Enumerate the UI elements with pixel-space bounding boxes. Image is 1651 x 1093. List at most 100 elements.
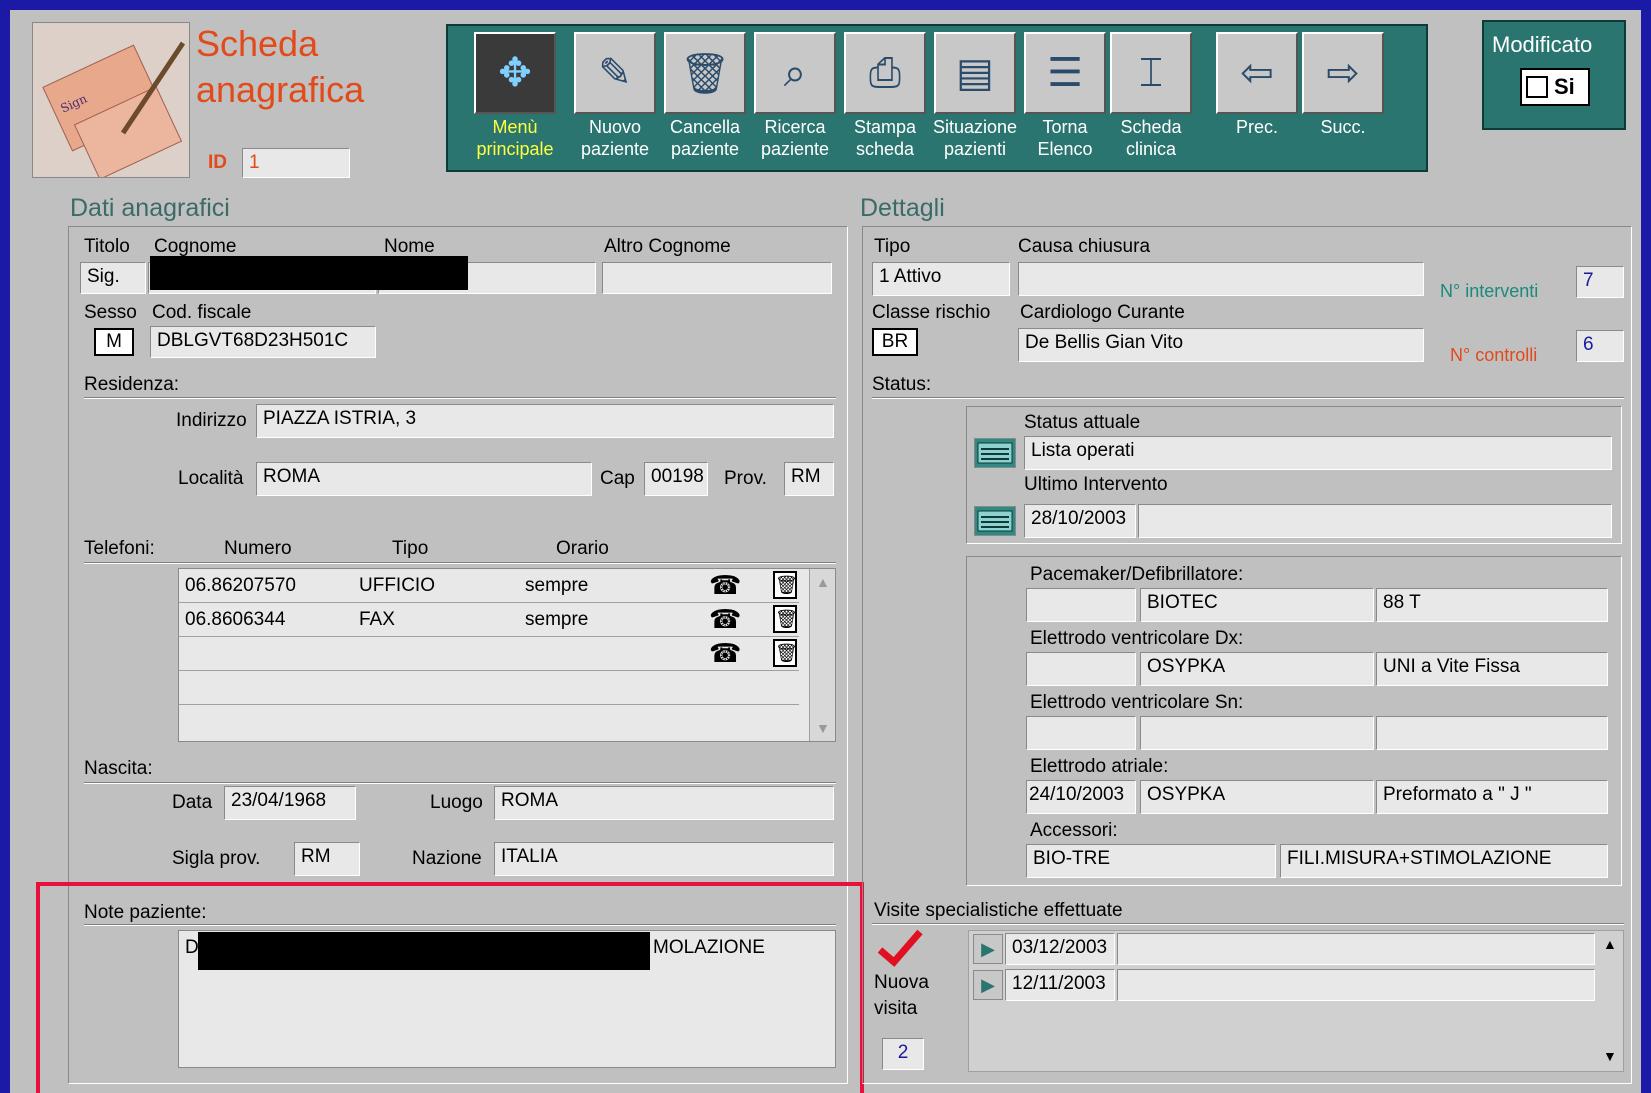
visita-date-field[interactable]: 12/11/2003 [1005,969,1115,1001]
scroll-up-arrow-icon[interactable]: ▲ [816,571,830,593]
arrow-left-icon: ⇦ [1240,50,1274,96]
trash-icon[interactable]: 🗑 [773,571,798,599]
elettrodo-sn-field-a[interactable] [1026,716,1136,750]
label-n-interventi: N° interventi [1440,281,1539,301]
label-ultimo-intervento: Ultimo Intervento [1024,474,1168,495]
table-row[interactable]: 06.8606344 FAX sempre ☎ 🗑 [179,603,799,637]
list-item[interactable]: ▶ 03/12/2003 [969,931,1597,967]
ultimo-intervento-desc-field[interactable] [1138,504,1612,538]
titolo-field[interactable]: Sig. [80,262,146,294]
record-card-illustration: Sign [32,22,190,178]
redacted-name [150,256,468,290]
toolbar-button-new-patient-pencil[interactable]: ✎ [574,32,656,114]
cap-field[interactable]: 00198 [644,462,708,496]
toolbar-label[interactable]: Situazione pazienti [930,116,1020,160]
toolbar-label[interactable]: Stampa scheda [840,116,930,160]
prov-field[interactable]: RM [784,462,834,496]
toolbar-button-clinical-card[interactable]: ⌶ [1110,32,1192,114]
toolbar-label[interactable]: Prec. [1212,116,1302,138]
status-attuale-field[interactable]: Lista operati [1024,436,1612,470]
id-field[interactable]: 1 [242,148,350,178]
elettrodo-sn-field-b[interactable] [1140,716,1374,750]
open-visit-arrow-icon[interactable]: ▶ [973,970,1003,1000]
toolbar-label[interactable]: Succ. [1298,116,1388,138]
modified-title: Modificato [1492,32,1593,57]
intervento-list-button[interactable] [974,506,1016,536]
scroll-down-arrow-icon[interactable]: ▼ [816,717,830,739]
phone-icon[interactable]: ☎ [709,639,741,667]
phone-icon[interactable]: ☎ [709,571,741,599]
label-nascita: Nascita: [84,758,153,779]
elettrodo-atriale-field-a[interactable]: 24/10/2003 [1026,780,1136,814]
list-item[interactable]: ▶ 12/11/2003 [969,967,1597,1003]
search-patient-icon: ⌕ [783,50,807,96]
causa-chiusura-field[interactable] [1018,262,1424,296]
elettrodo-dx-field-a[interactable] [1026,652,1136,686]
scroll-down-arrow-icon[interactable]: ▼ [1603,1045,1617,1067]
telefoni-list[interactable]: 06.86207570 UFFICIO sempre ☎ 🗑 06.860634… [178,568,836,742]
toolbar-button-patients-list[interactable]: ▤ [934,32,1016,114]
visite-scrollbar[interactable]: ▲ ▼ [1597,931,1623,1071]
elettrodo-dx-field-c[interactable]: UNI a Vite Fissa [1376,652,1608,686]
indirizzo-field[interactable]: PIAZZA ISTRIA, 3 [256,404,834,438]
visita-date-field[interactable]: 03/12/2003 [1005,933,1115,965]
trash-icon[interactable]: 🗑 [773,639,798,667]
toolbar-label[interactable]: Nuovo paziente [570,116,660,160]
pacemaker-field-a[interactable] [1026,588,1136,622]
visita-desc-field[interactable] [1117,933,1595,965]
elettrodo-atriale-field-b[interactable]: OSYPKA [1140,780,1374,814]
sesso-field[interactable]: M [94,328,134,356]
table-row[interactable]: ☎ 🗑 [179,637,799,671]
table-row[interactable]: 06.86207570 UFFICIO sempre ☎ 🗑 [179,569,799,603]
visita-desc-field[interactable] [1117,969,1595,1001]
toolbar-button-list[interactable]: ☰ [1024,32,1106,114]
elettrodo-dx-field-b[interactable]: OSYPKA [1140,652,1374,686]
classe-rischio-field[interactable]: BR [872,328,918,356]
phone-icon[interactable]: ☎ [709,605,741,633]
open-visit-arrow-icon[interactable]: ▶ [973,934,1003,964]
toolbar-label[interactable]: Torna Elenco [1020,116,1110,160]
elettrodo-atriale-field-c[interactable]: Preformato a " J " [1376,780,1608,814]
toolbar-button-delete-patient-trash[interactable]: 🗑 [664,32,746,114]
luogo-field[interactable]: ROMA [494,786,834,820]
toolbar-label[interactable]: Menù principale [470,116,560,160]
altro-cognome-field[interactable] [602,262,832,294]
toolbar-label[interactable]: Scheda clinica [1106,116,1196,160]
toolbar-label[interactable]: Cancella paziente [660,116,750,160]
elettrodo-sn-field-c[interactable] [1376,716,1608,750]
cardiologo-field[interactable]: De Bellis Gian Vito [1018,328,1424,362]
pacemaker-field-b[interactable]: BIOTEC [1140,588,1374,622]
label-cognome: Cognome [154,236,237,257]
accessori-field-b[interactable]: FILI.MISURA+STIMOLAZIONE [1280,844,1608,878]
trash-icon[interactable]: 🗑 [773,605,798,633]
delete-patient-trash-icon: 🗑 [679,50,731,97]
tel-orario: sempre [525,575,589,596]
label-sesso: Sesso [84,302,137,323]
sigla-prov-field[interactable]: RM [294,842,360,876]
toolbar-button-arrow-left[interactable]: ⇦ [1216,32,1298,114]
n-controlli-field[interactable]: 6 [1576,330,1624,362]
data-nascita-field[interactable]: 23/04/1968 [224,786,356,820]
nazione-field[interactable]: ITALIA [494,842,834,876]
nuova-visita-button[interactable]: Nuova visita [872,928,942,1019]
label-tipo: Tipo [874,236,911,257]
table-row[interactable] [179,671,799,705]
accessori-field-a[interactable]: BIO-TRE [1026,844,1276,878]
pacemaker-field-c[interactable]: 88 T [1376,588,1608,622]
ultimo-intervento-date-field[interactable]: 28/10/2003 [1024,504,1136,538]
toolbar-button-search-patient[interactable]: ⌕ [754,32,836,114]
telefoni-scrollbar[interactable]: ▲ ▼ [809,569,835,741]
tipo-field[interactable]: 1 Attivo [872,262,1010,296]
localita-field[interactable]: ROMA [256,462,592,496]
status-list-button[interactable] [974,438,1016,468]
scroll-up-arrow-icon[interactable]: ▲ [1603,933,1617,955]
toolbar-button-print[interactable]: ⎙ [844,32,926,114]
toolbar-button-arrow-right[interactable]: ⇨ [1302,32,1384,114]
n-interventi-field[interactable]: 7 [1576,266,1624,298]
visite-list[interactable]: ▶ 03/12/2003 ▶ 12/11/2003 ▲ ▼ [968,930,1624,1072]
toolbar-button-menu-arrows[interactable]: ✥ [474,32,556,114]
toolbar-label[interactable]: Ricerca paziente [750,116,840,160]
modified-checkbox[interactable]: Si [1520,68,1590,106]
label-elettrodo-dx: Elettrodo ventricolare Dx: [1030,628,1244,649]
cod-fiscale-field[interactable]: DBLGVT68D23H501C [150,326,376,358]
